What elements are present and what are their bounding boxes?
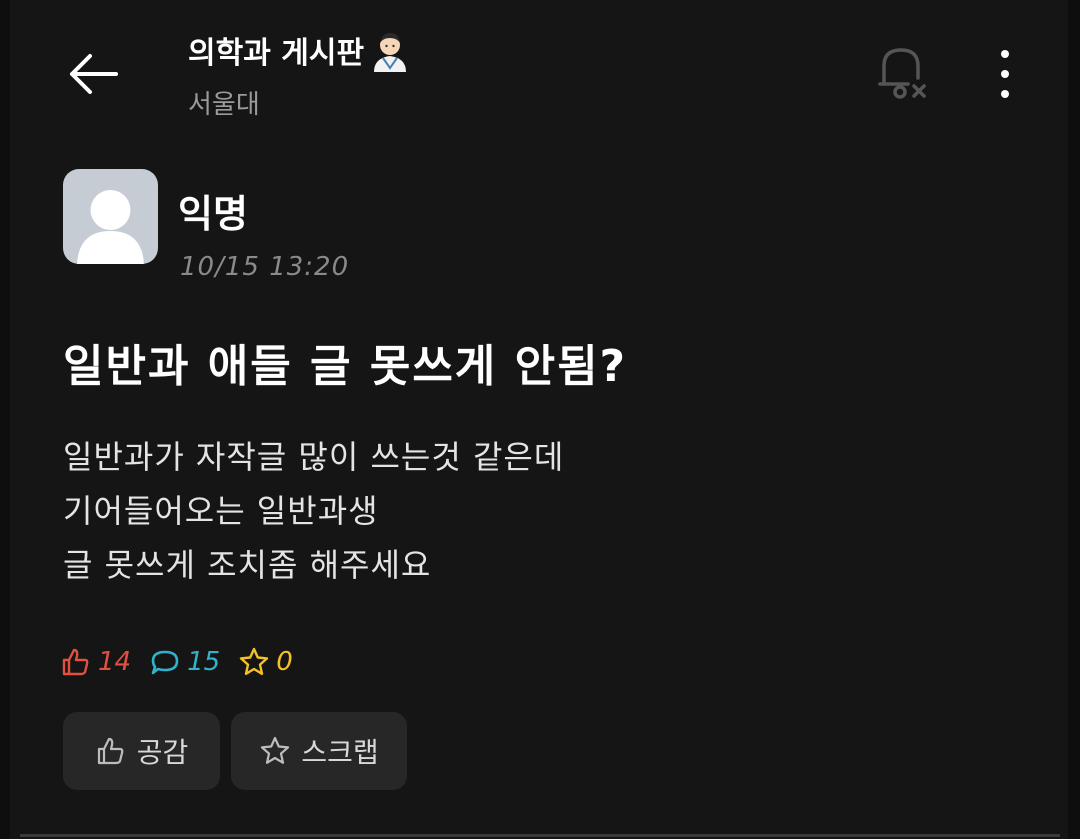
author-name: 익명 <box>178 192 248 236</box>
arrow-left-icon <box>70 54 118 94</box>
comment-count: 15 <box>149 646 220 678</box>
speech-bubble-icon <box>151 650 179 675</box>
notification-toggle-button[interactable] <box>872 44 932 102</box>
window-frame-right <box>1068 0 1080 839</box>
scrap-button[interactable]: 스크랩 <box>231 712 407 790</box>
doctor-emoji-icon <box>370 28 410 72</box>
post-body: 일반과가 자작글 많이 쓰는것 같은데 기어들어오는 일반과생 글 못쓰게 조치… <box>63 430 564 592</box>
post-title: 일반과 애들 글 못쓰게 안됨? <box>63 341 628 392</box>
star-icon <box>261 736 290 764</box>
avatar <box>63 169 158 264</box>
like-button[interactable]: 공감 <box>63 712 220 790</box>
post-body-line: 일반과가 자작글 많이 쓰는것 같은데 <box>63 438 565 476</box>
like-count: 14 <box>60 646 131 678</box>
back-button[interactable] <box>66 50 122 98</box>
post-stats: 14 15 0 <box>60 646 311 678</box>
like-count-value: 14 <box>98 647 132 677</box>
board-title: 의학과 게시판 <box>188 36 365 71</box>
more-options-button[interactable] <box>990 50 1020 98</box>
scrap-count-value: 0 <box>276 647 293 677</box>
board-school: 서울대 <box>188 90 260 120</box>
thumbs-up-icon <box>62 648 89 676</box>
like-button-label: 공감 <box>136 736 189 769</box>
scrap-count: 0 <box>238 646 293 678</box>
post-body-line: 글 못쓰게 조치좀 해주세요 <box>63 546 432 584</box>
bell-off-icon <box>878 48 926 99</box>
board-title-row: 의학과 게시판 <box>188 28 410 72</box>
more-vertical-icon <box>1001 50 1009 58</box>
scrap-button-label: 스크랩 <box>301 736 379 769</box>
star-icon <box>239 647 269 675</box>
bottom-divider <box>20 834 1060 837</box>
post-timestamp: 10/15 13:20 <box>180 252 350 282</box>
window-frame-left <box>0 0 10 839</box>
thumbs-up-icon <box>97 737 124 765</box>
comment-count-value: 15 <box>187 647 221 677</box>
post-body-line: 기어들어오는 일반과생 <box>63 492 379 530</box>
